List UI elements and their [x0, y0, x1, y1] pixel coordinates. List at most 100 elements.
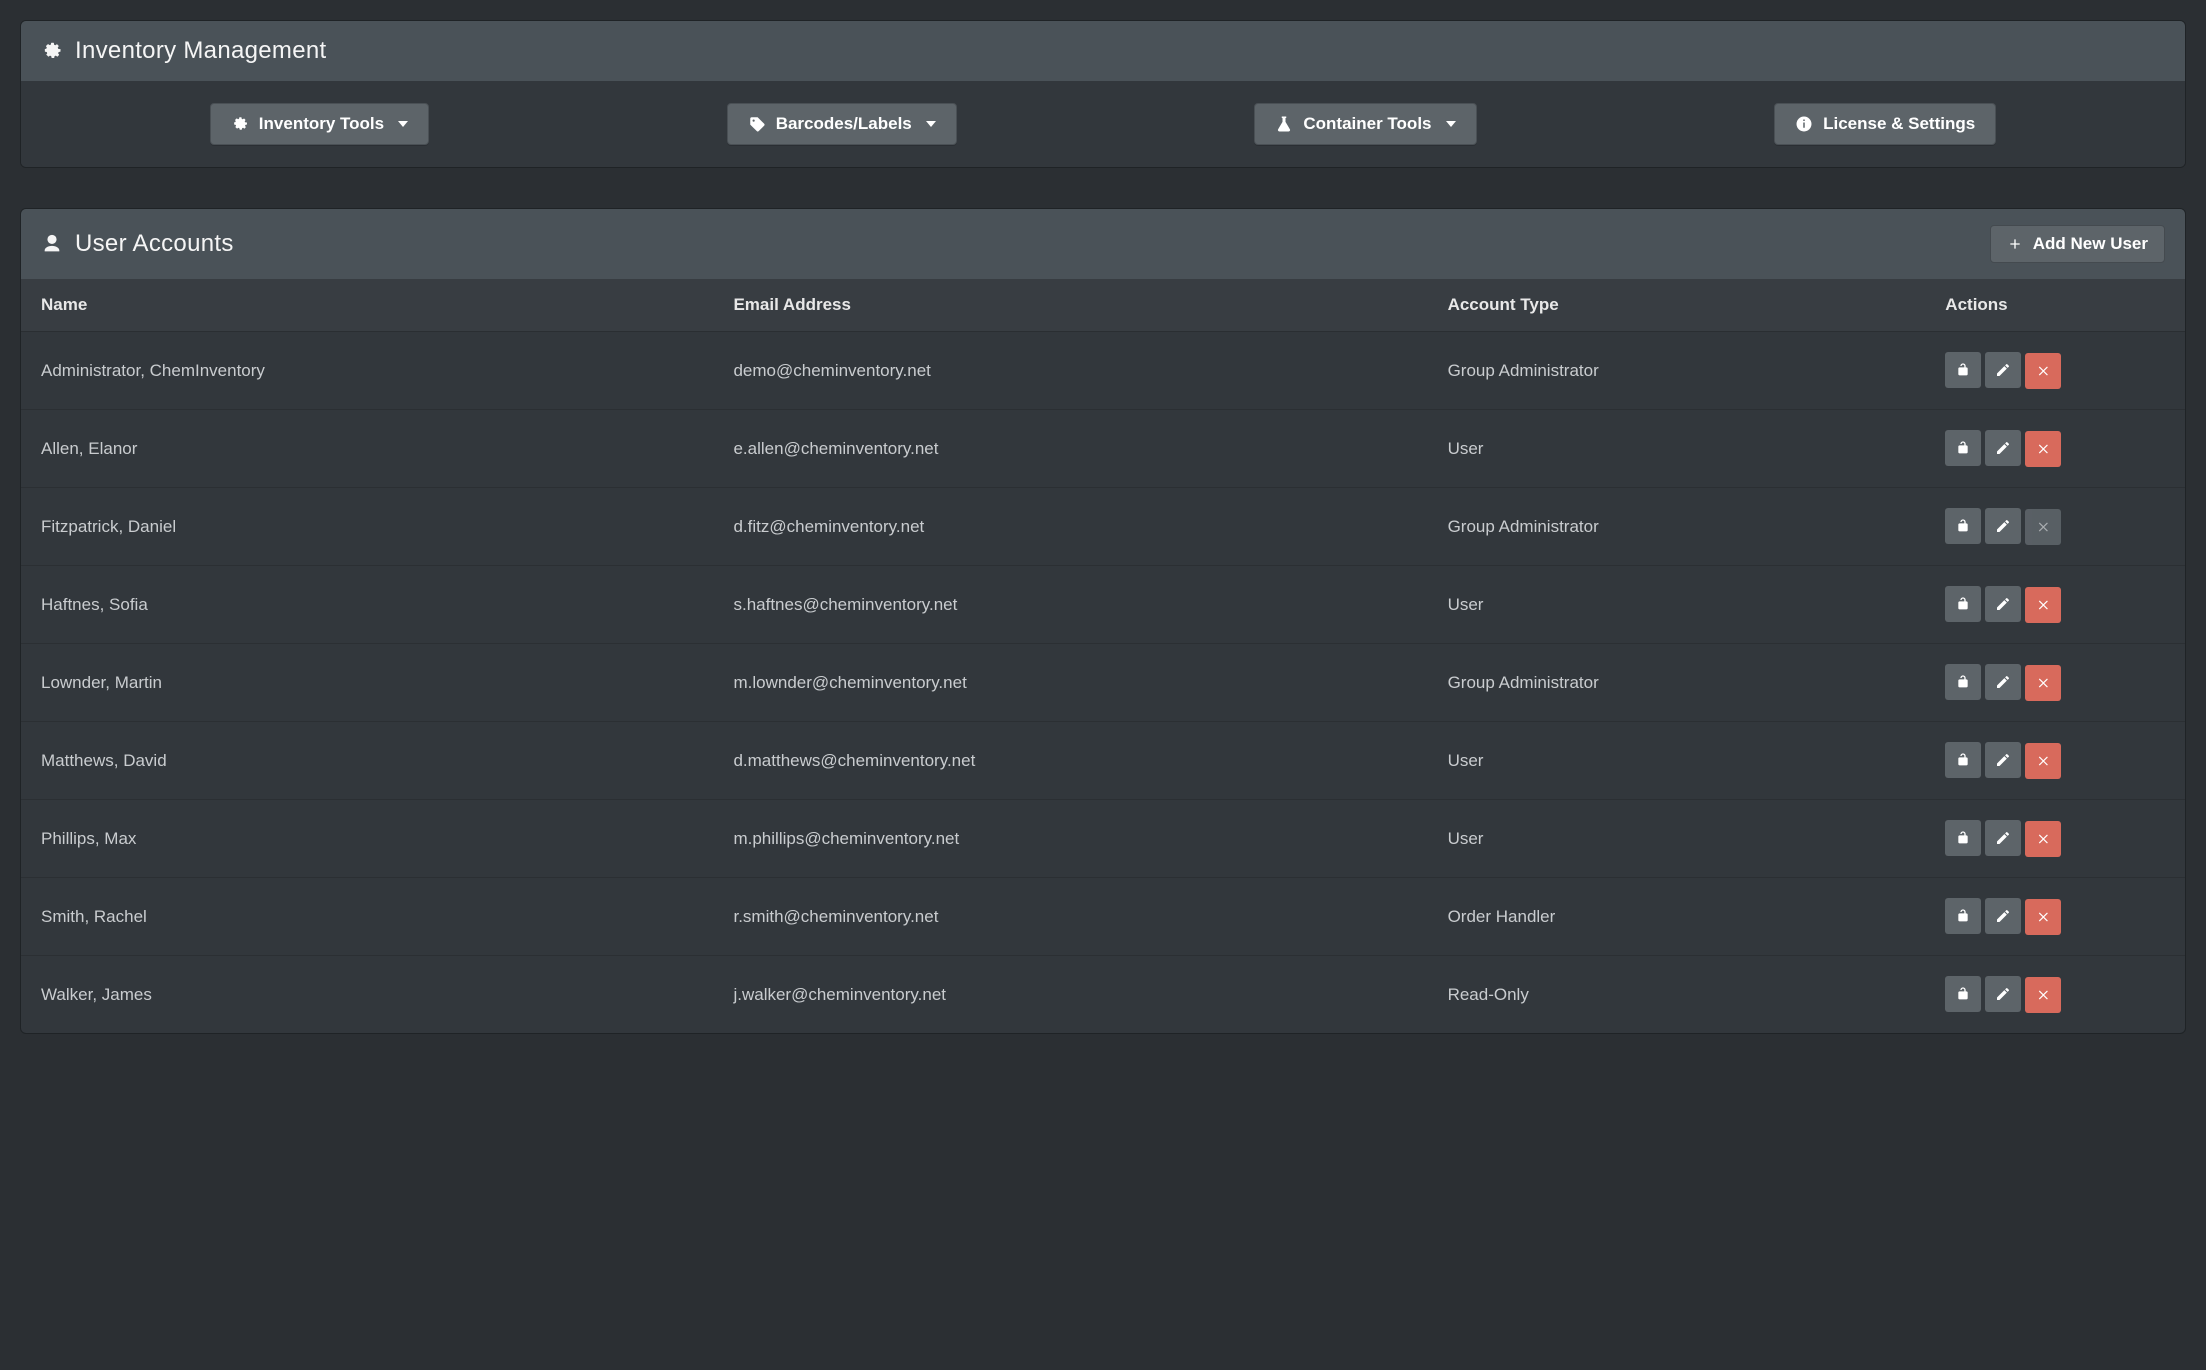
table-row: Smith, Rachelr.smith@cheminventory.netOr… [21, 878, 2185, 956]
user-actions-cell [1925, 722, 2185, 800]
times-icon [2036, 988, 2050, 1002]
edit-user-button[interactable] [1985, 742, 2021, 778]
edit-user-button[interactable] [1985, 664, 2021, 700]
user-name-cell: Walker, James [21, 956, 713, 1034]
user-email-cell: m.lownder@cheminventory.net [713, 644, 1427, 722]
user-name-cell: Smith, Rachel [21, 878, 713, 956]
delete-user-button[interactable] [2025, 899, 2061, 935]
add-new-user-button[interactable]: Add New User [1990, 225, 2165, 263]
pencil-icon [1995, 440, 2011, 456]
delete-user-button[interactable] [2025, 743, 2061, 779]
reset-password-button[interactable] [1945, 664, 1981, 700]
user-icon [41, 233, 63, 255]
user-email-cell: s.haftnes@cheminventory.net [713, 566, 1427, 644]
delete-user-button[interactable] [2025, 977, 2061, 1013]
user-name-cell: Fitzpatrick, Daniel [21, 488, 713, 566]
tag-icon [748, 115, 766, 133]
table-row: Administrator, ChemInventorydemo@cheminv… [21, 332, 2185, 410]
license-settings-button[interactable]: License & Settings [1774, 103, 1996, 145]
unlock-icon [1955, 830, 1971, 846]
reset-password-button[interactable] [1945, 820, 1981, 856]
barcodes-labels-label: Barcodes/Labels [776, 114, 912, 134]
table-row: Phillips, Maxm.phillips@cheminventory.ne… [21, 800, 2185, 878]
container-tools-label: Container Tools [1303, 114, 1431, 134]
user-type-cell: Order Handler [1428, 878, 1926, 956]
user-email-cell: d.matthews@cheminventory.net [713, 722, 1427, 800]
edit-user-button[interactable] [1985, 976, 2021, 1012]
users-table: Name Email Address Account Type Actions … [21, 279, 2185, 1033]
table-row: Walker, Jamesj.walker@cheminventory.netR… [21, 956, 2185, 1034]
user-name-cell: Administrator, ChemInventory [21, 332, 713, 410]
pencil-icon [1995, 908, 2011, 924]
user-name-cell: Haftnes, Sofia [21, 566, 713, 644]
reset-password-button[interactable] [1945, 430, 1981, 466]
pencil-icon [1995, 596, 2011, 612]
inventory-management-panel: Inventory Management Inventory Tools Bar… [20, 20, 2186, 168]
edit-user-button[interactable] [1985, 820, 2021, 856]
user-name-cell: Allen, Elanor [21, 410, 713, 488]
table-row: Fitzpatrick, Danield.fitz@cheminventory.… [21, 488, 2185, 566]
edit-user-button[interactable] [1985, 508, 2021, 544]
reset-password-button[interactable] [1945, 976, 1981, 1012]
times-icon [2036, 676, 2050, 690]
add-new-user-label: Add New User [2033, 234, 2148, 254]
reset-password-button[interactable] [1945, 352, 1981, 388]
plus-icon [2007, 236, 2023, 252]
user-type-cell: Group Administrator [1428, 644, 1926, 722]
user-name-cell: Matthews, David [21, 722, 713, 800]
delete-user-button[interactable] [2025, 587, 2061, 623]
inventory-tools-label: Inventory Tools [259, 114, 384, 134]
user-email-cell: j.walker@cheminventory.net [713, 956, 1427, 1034]
column-header-type: Account Type [1428, 279, 1926, 332]
user-type-cell: Group Administrator [1428, 488, 1926, 566]
chevron-down-icon [1446, 121, 1456, 127]
user-type-cell: User [1428, 800, 1926, 878]
user-type-cell: Read-Only [1428, 956, 1926, 1034]
flask-icon [1275, 115, 1293, 133]
table-row: Lownder, Martinm.lownder@cheminventory.n… [21, 644, 2185, 722]
edit-user-button[interactable] [1985, 352, 2021, 388]
license-settings-label: License & Settings [1823, 114, 1975, 134]
column-header-actions: Actions [1925, 279, 2185, 332]
times-icon [2036, 832, 2050, 846]
unlock-icon [1955, 752, 1971, 768]
inventory-toolbar: Inventory Tools Barcodes/Labels Containe… [21, 81, 2185, 167]
user-name-cell: Lownder, Martin [21, 644, 713, 722]
container-tools-button[interactable]: Container Tools [1254, 103, 1476, 145]
unlock-icon [1955, 674, 1971, 690]
user-type-cell: Group Administrator [1428, 332, 1926, 410]
user-email-cell: m.phillips@cheminventory.net [713, 800, 1427, 878]
unlock-icon [1955, 986, 1971, 1002]
times-icon [2036, 364, 2050, 378]
barcodes-labels-button[interactable]: Barcodes/Labels [727, 103, 957, 145]
edit-user-button[interactable] [1985, 430, 2021, 466]
users-panel-header: User Accounts Add New User [21, 209, 2185, 279]
delete-user-button[interactable] [2025, 665, 2061, 701]
edit-user-button[interactable] [1985, 586, 2021, 622]
reset-password-button[interactable] [1945, 742, 1981, 778]
reset-password-button[interactable] [1945, 898, 1981, 934]
user-actions-cell [1925, 644, 2185, 722]
delete-user-button-disabled [2025, 509, 2061, 545]
delete-user-button[interactable] [2025, 431, 2061, 467]
user-email-cell: demo@cheminventory.net [713, 332, 1427, 410]
unlock-icon [1955, 596, 1971, 612]
user-type-cell: User [1428, 566, 1926, 644]
inventory-panel-title: Inventory Management [75, 37, 326, 65]
inventory-tools-button[interactable]: Inventory Tools [210, 103, 429, 145]
chevron-down-icon [398, 121, 408, 127]
pencil-icon [1995, 518, 2011, 534]
delete-user-button[interactable] [2025, 353, 2061, 389]
reset-password-button[interactable] [1945, 586, 1981, 622]
reset-password-button[interactable] [1945, 508, 1981, 544]
pencil-icon [1995, 752, 2011, 768]
unlock-icon [1955, 518, 1971, 534]
user-actions-cell [1925, 410, 2185, 488]
inventory-panel-header: Inventory Management [21, 21, 2185, 81]
delete-user-button[interactable] [2025, 821, 2061, 857]
chevron-down-icon [926, 121, 936, 127]
edit-user-button[interactable] [1985, 898, 2021, 934]
user-actions-cell [1925, 332, 2185, 410]
user-accounts-panel: User Accounts Add New User Name Email Ad… [20, 208, 2186, 1034]
info-icon [1795, 115, 1813, 133]
